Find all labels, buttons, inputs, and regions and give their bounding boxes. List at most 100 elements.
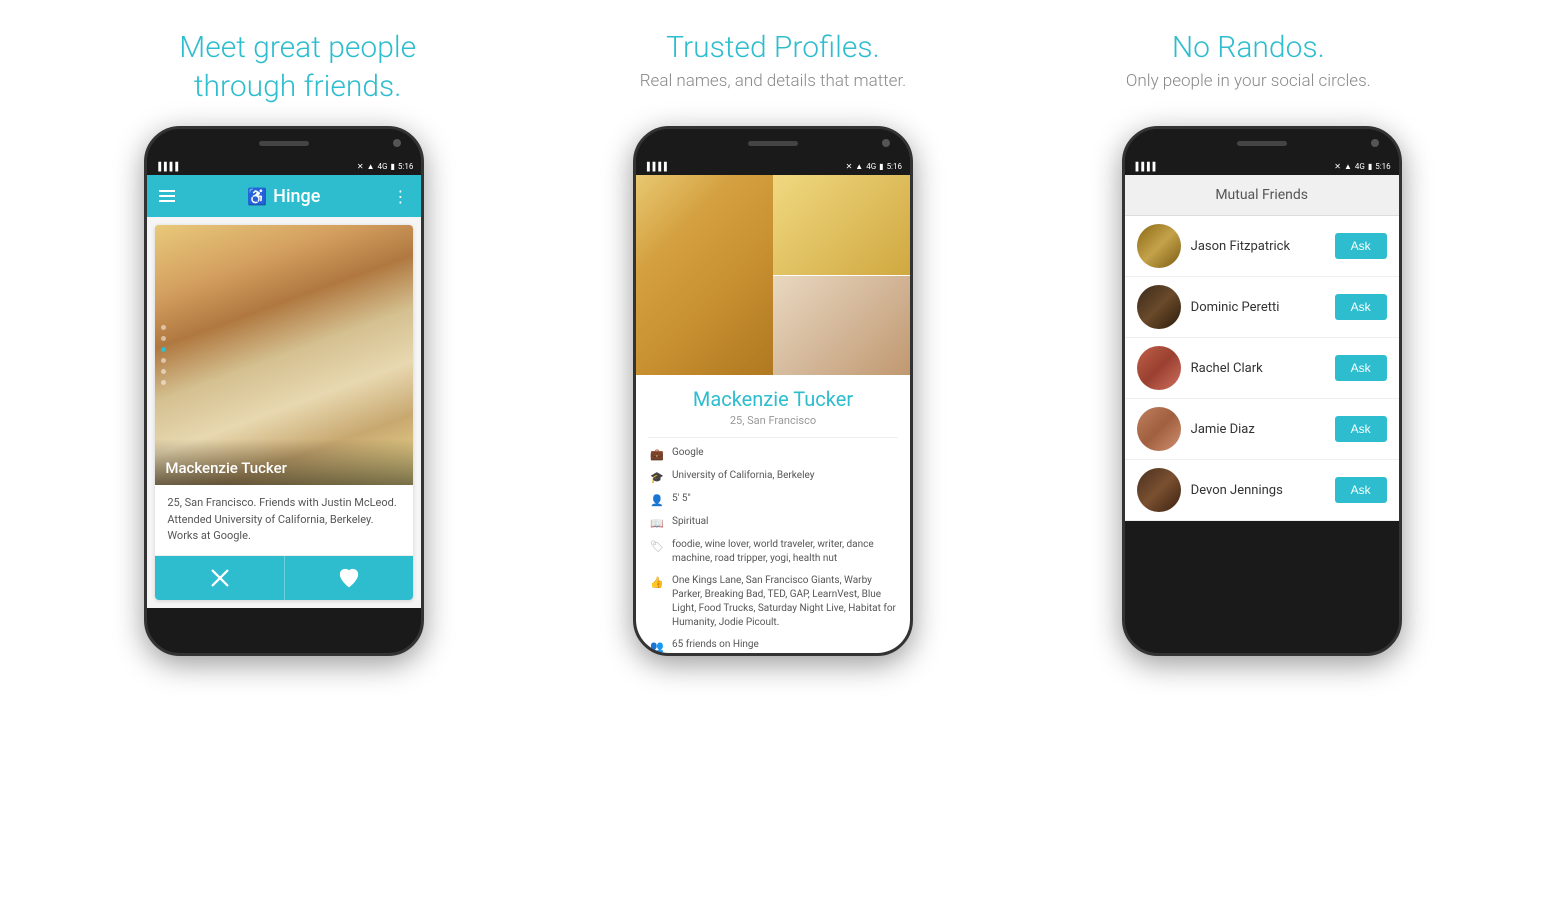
people-icon: 👥 [650, 639, 664, 653]
phone1-top [147, 129, 421, 157]
battery-icon: ▮ [390, 162, 394, 171]
network-icon-3: 4G [1355, 162, 1365, 171]
profile-description: 25, San Francisco. Friends with Justin M… [167, 496, 396, 542]
hamburger-menu-icon[interactable] [159, 190, 175, 202]
feature-no-randos-heading: No Randos. [1011, 28, 1486, 67]
phone1: ▐▐▐▐ ✕ ▲ 4G ▮ 5:16 ♿ Hinge [144, 126, 424, 656]
detail-religion-text: Spiritual [672, 515, 708, 529]
phone3-wrapper: ▐▐▐▐ ✕ ▲ 4G ▮ 5:16 Mutual Friends Jason … [1017, 126, 1506, 656]
avatar-devon [1137, 468, 1181, 512]
feature-no-randos-sub: Only people in your social circles. [1011, 71, 1486, 91]
like-button[interactable] [285, 556, 414, 600]
detail-education-text: University of California, Berkeley [672, 469, 814, 483]
ask-button-rachel[interactable]: Ask [1335, 355, 1387, 381]
phone2-top [636, 129, 910, 157]
dot-1 [161, 325, 166, 330]
detail-likes-text: One Kings Lane, San Francisco Giants, Wa… [672, 574, 896, 630]
detail-height-text: 5' 5" [672, 492, 691, 506]
ask-button-jason[interactable]: Ask [1335, 233, 1387, 259]
briefcase-icon: 💼 [650, 447, 664, 461]
battery-icon-2: ▮ [879, 162, 883, 171]
pass-button[interactable] [155, 556, 285, 600]
detail-height: 👤 5' 5" [650, 492, 896, 507]
phone1-screen: ♿ Hinge ⋮ [147, 175, 421, 608]
phone3-screen: Mutual Friends Jason Fitzpatrick Ask Dom… [1125, 175, 1399, 521]
feature-trusted-profiles: Trusted Profiles. Real names, and detail… [535, 28, 1010, 106]
features-header: Meet great people through friends. Trust… [0, 0, 1546, 126]
photo-bottom-right [773, 276, 910, 376]
battery-icon-3: ▮ [1368, 162, 1372, 171]
phone3-status-left: ▐▐▐▐ [1133, 162, 1156, 171]
phone1-camera [393, 139, 401, 147]
graduation-icon: 🎓 [650, 470, 664, 484]
mute-icon: ✕ [357, 162, 364, 171]
phone2-screen: Mackenzie Tucker 25, San Francisco 💼 Goo… [636, 175, 910, 656]
phone2-wrapper: ▐▐▐▐ ✕ ▲ 4G ▮ 5:16 Mackenzie Tucker 25, … [529, 126, 1018, 656]
signal-icon-2: ▐▐▐▐ [644, 162, 667, 171]
x-icon [209, 567, 231, 589]
detail-likes: 👍 One Kings Lane, San Francisco Giants, … [650, 574, 896, 630]
detail-list: 💼 Google 🎓 University of California, Ber… [636, 446, 910, 656]
avatar-jason [1137, 224, 1181, 268]
detail-interests-text: foodie, wine lover, world traveler, writ… [672, 538, 896, 566]
mutual-friends-header: Mutual Friends [1125, 175, 1399, 216]
network-icon: 4G [378, 162, 388, 171]
phone1-status-bar: ▐▐▐▐ ✕ ▲ 4G ▮ 5:16 [147, 157, 421, 175]
phone2-status-left: ▐▐▐▐ [644, 162, 667, 171]
feature-trusted-profiles-sub: Real names, and details that matter. [535, 71, 1010, 91]
detail-religion: 📖 Spiritual [650, 515, 896, 530]
photo-top-right [773, 175, 910, 276]
hinge-header: ♿ Hinge ⋮ [147, 175, 421, 217]
profile-info-card1: 25, San Francisco. Friends with Justin M… [155, 485, 413, 555]
friend-item-1: Jason Fitzpatrick Ask [1125, 216, 1399, 277]
profile-name-overlay: Mackenzie Tucker [155, 439, 413, 485]
detail-friends: 👥 65 friends on Hinge [650, 638, 896, 653]
feature-no-randos: No Randos. Only people in your social ci… [1011, 28, 1486, 106]
friend-name-2: Dominic Peretti [1191, 300, 1325, 315]
friend-list: Jason Fitzpatrick Ask Dominic Peretti As… [1125, 216, 1399, 521]
ask-button-devon[interactable]: Ask [1335, 477, 1387, 503]
feature-trusted-profiles-heading: Trusted Profiles. [535, 28, 1010, 67]
phone1-status-right: ✕ ▲ 4G ▮ 5:16 [357, 162, 413, 171]
friend-item-3: Rachel Clark Ask [1125, 338, 1399, 399]
profile-detail-name: Mackenzie Tucker [636, 387, 910, 411]
action-buttons [155, 555, 413, 600]
ask-button-jamie[interactable]: Ask [1335, 416, 1387, 442]
friend-name-5: Devon Jennings [1191, 483, 1325, 498]
app-name: Hinge [273, 186, 320, 207]
dot-2 [161, 336, 166, 341]
profile-photos-grid [636, 175, 910, 375]
dot-6 [161, 380, 166, 385]
wifi-icon-3: ▲ [1344, 162, 1352, 171]
phone2-speaker [748, 141, 798, 146]
phone1-speaker [259, 141, 309, 146]
detail-interests: 🏷 foodie, wine lover, world traveler, wr… [650, 538, 896, 566]
height-icon: 👤 [650, 493, 664, 507]
time-display-2: 5:16 [887, 162, 902, 171]
detail-friends-text: 65 friends on Hinge [672, 638, 759, 652]
feature-meet-friends: Meet great people through friends. [60, 28, 535, 106]
profile-card-1: Mackenzie Tucker 25, San Francisco. Frie… [155, 225, 413, 600]
phone2-status-bar: ▐▐▐▐ ✕ ▲ 4G ▮ 5:16 [636, 157, 910, 175]
detail-education: 🎓 University of California, Berkeley [650, 469, 896, 484]
phone3-status-right: ✕ ▲ 4G ▮ 5:16 [1334, 162, 1390, 171]
time-display-3: 5:16 [1375, 162, 1390, 171]
ask-button-dominic[interactable]: Ask [1335, 294, 1387, 320]
mute-icon-3: ✕ [1334, 162, 1341, 171]
phone3-status-bar: ▐▐▐▐ ✕ ▲ 4G ▮ 5:16 [1125, 157, 1399, 175]
friend-item-2: Dominic Peretti Ask [1125, 277, 1399, 338]
avatar-rachel [1137, 346, 1181, 390]
phone3-speaker [1237, 141, 1287, 146]
phone2: ▐▐▐▐ ✕ ▲ 4G ▮ 5:16 Mackenzie Tucker 25, … [633, 126, 913, 656]
photo-dots [161, 325, 166, 385]
avatar-dominic [1137, 285, 1181, 329]
dot-3 [161, 347, 166, 352]
more-options-icon[interactable]: ⋮ [392, 187, 409, 206]
phones-section: ▐▐▐▐ ✕ ▲ 4G ▮ 5:16 ♿ Hinge [0, 126, 1546, 914]
friend-item-4: Jamie Diaz Ask [1125, 399, 1399, 460]
detail-work: 💼 Google [650, 446, 896, 461]
phone1-wrapper: ▐▐▐▐ ✕ ▲ 4G ▮ 5:16 ♿ Hinge [40, 126, 529, 656]
friend-name-4: Jamie Diaz [1191, 422, 1325, 437]
hinge-symbol-icon: ♿ [247, 187, 267, 206]
book-icon: 📖 [650, 516, 664, 530]
